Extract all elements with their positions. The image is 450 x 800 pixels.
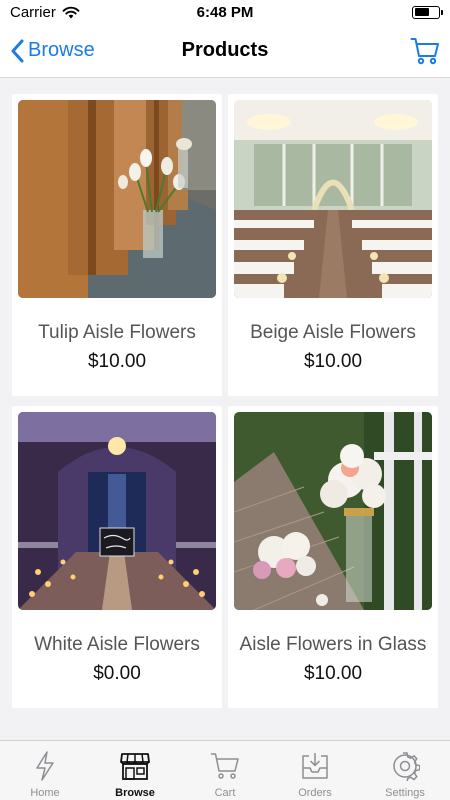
tab-label: Settings — [385, 787, 425, 799]
cart-icon — [410, 37, 439, 64]
product-price: $0.00 — [93, 663, 141, 684]
status-bar: Carrier 6:48 PM — [0, 0, 450, 24]
battery-icon — [412, 5, 443, 19]
product-name: Beige Aisle Flowers — [250, 322, 416, 343]
tab-label: Browse — [115, 787, 155, 799]
product-price: $10.00 — [303, 663, 363, 684]
product-card[interactable]: Beige Aisle Flowers $10.00 — [228, 94, 438, 396]
product-price: $10.00 — [87, 351, 147, 372]
inbox-tray-icon — [302, 753, 328, 779]
wifi-icon — [62, 6, 80, 18]
product-grid: Tulip Aisle Flowers $10.00 Beige Aisle F… — [0, 78, 450, 740]
chevron-left-icon — [11, 39, 24, 62]
tab-home[interactable]: Home — [0, 741, 90, 800]
back-button-label: Browse — [28, 39, 95, 61]
bolt-icon — [36, 751, 54, 781]
product-name: Tulip Aisle Flowers — [38, 322, 196, 343]
product-image-flowers-glass — [234, 412, 432, 610]
product-card[interactable]: White Aisle Flowers $0.00 — [12, 406, 222, 708]
product-image-ballroom-aisle — [234, 100, 432, 298]
gear-icon — [393, 752, 420, 781]
tab-label: Home — [30, 787, 60, 799]
cart-icon — [210, 753, 239, 779]
tab-settings[interactable]: Settings — [360, 741, 450, 800]
product-card[interactable]: Aisle Flowers in Glass $10.00 — [228, 406, 438, 708]
storefront-icon — [120, 753, 150, 780]
back-button[interactable]: Browse — [10, 39, 95, 63]
navigation-bar: Browse Products — [0, 24, 450, 78]
tab-orders[interactable]: Orders — [270, 741, 360, 800]
cart-button[interactable] — [410, 36, 440, 66]
tab-browse[interactable]: Browse — [90, 741, 180, 800]
tab-label: Cart — [214, 787, 236, 799]
product-card[interactable]: Tulip Aisle Flowers $10.00 — [12, 94, 222, 396]
tab-bar: Home Browse Cart Orders Settings — [0, 740, 450, 800]
product-image-venue-sign — [18, 412, 216, 610]
product-image-tulip-pews — [18, 100, 216, 298]
product-name: Aisle Flowers in Glass — [239, 634, 427, 655]
status-left: Carrier — [10, 4, 80, 21]
carrier-label: Carrier — [10, 3, 56, 21]
tab-label: Orders — [298, 787, 332, 799]
product-price: $10.00 — [303, 351, 363, 372]
tab-cart[interactable]: Cart — [180, 741, 270, 800]
product-name: White Aisle Flowers — [34, 634, 200, 655]
